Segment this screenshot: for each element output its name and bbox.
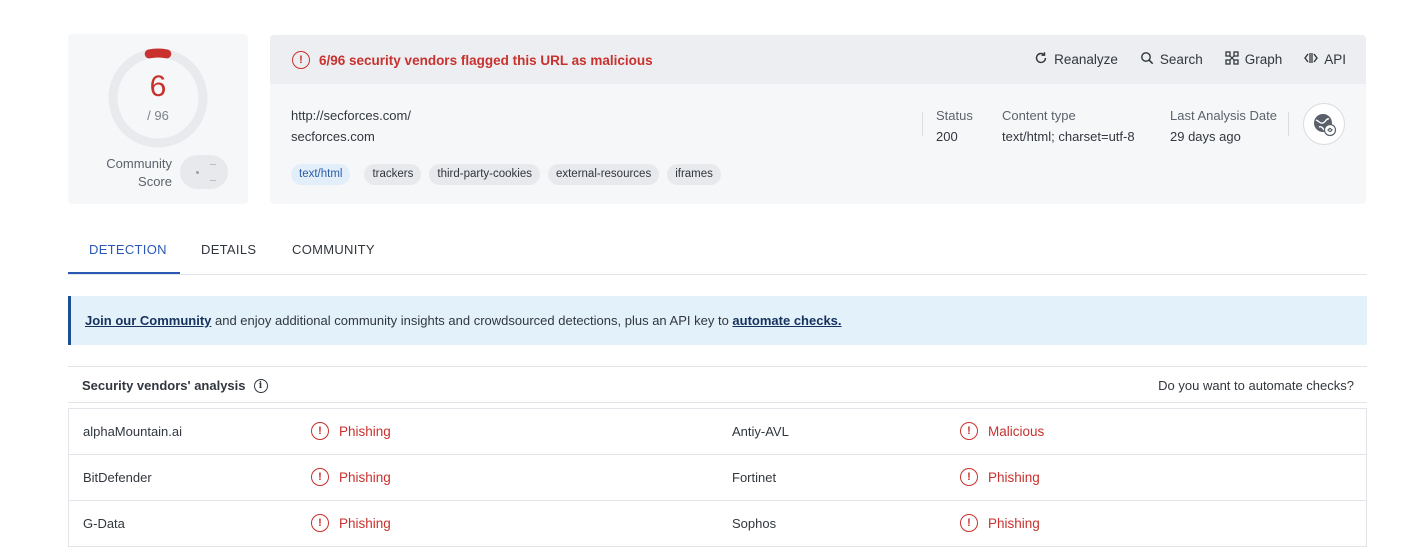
vendor-name: Sophos <box>732 516 777 531</box>
vendor-name: alphaMountain.ai <box>83 424 183 439</box>
tab-community[interactable]: COMMUNITY <box>292 242 375 257</box>
vendor-name: Fortinet <box>732 470 777 485</box>
info-icon[interactable]: i <box>253 378 268 393</box>
header-actions: Reanalyze Search Graph API <box>1012 51 1346 68</box>
alert-exclamation-icon: ! <box>960 514 978 532</box>
search-button[interactable]: Search <box>1140 51 1203 68</box>
vote-down-indicator[interactable] <box>210 180 216 181</box>
content-type-label: Content type <box>1002 108 1076 123</box>
last-analysis-value: 29 days ago <box>1170 129 1241 144</box>
tab-details[interactable]: DETAILS <box>201 242 256 257</box>
report-tabs: DETECTION DETAILS COMMUNITY <box>68 234 1367 275</box>
vendors-table: alphaMountain.ai ! Phishing Antiy-AVL ! Ma… <box>68 408 1367 547</box>
panel-header: ! 6/96 security vendors flagged this URL… <box>270 35 1366 84</box>
vendors-analysis-header: Security vendors' analysis i Do you want… <box>68 366 1367 403</box>
detection-score-card: 6 / 96 Community Score <box>68 34 248 204</box>
table-row: G-Data ! Phishing Sophos ! Phishing <box>69 501 1366 547</box>
alert-exclamation-icon: ! <box>311 422 329 440</box>
table-row: BitDefender ! Phishing Fortinet ! Phishing <box>69 455 1366 501</box>
reanalyze-button[interactable]: Reanalyze <box>1034 51 1118 68</box>
join-community-link[interactable]: Join our Community <box>85 313 211 328</box>
alert-exclamation-icon: ! <box>292 51 310 69</box>
alert-text: 6/96 security vendors flagged this URL a… <box>319 52 653 68</box>
vendor-name: Antiy-AVL <box>732 424 789 439</box>
alert-exclamation-icon: ! <box>960 468 978 486</box>
alert-exclamation-icon: ! <box>960 422 978 440</box>
automate-checks-link[interactable]: automate checks. <box>732 313 841 328</box>
url-summary-panel: ! 6/96 security vendors flagged this URL… <box>270 35 1366 204</box>
community-score-dot <box>196 171 199 174</box>
community-score-widget[interactable] <box>180 155 228 189</box>
content-type-value: text/html; charset=utf-8 <box>1002 129 1135 144</box>
table-row: alphaMountain.ai ! Phishing Antiy-AVL ! Ma… <box>69 409 1366 455</box>
last-analysis-label: Last Analysis Date <box>1170 108 1277 123</box>
community-score-label: Community Score <box>106 156 172 189</box>
detection-total: / 96 <box>147 108 169 123</box>
malicious-alert: ! 6/96 security vendors flagged this URL… <box>292 51 653 69</box>
vendor-name: BitDefender <box>83 470 152 485</box>
automate-checks-prompt[interactable]: Do you want to automate checks? <box>1158 378 1354 393</box>
detection-count: 6 <box>149 70 167 103</box>
active-tab-indicator <box>68 272 180 274</box>
vendor-result: ! Phishing <box>311 422 391 440</box>
search-icon <box>1140 51 1154 68</box>
analyzed-domain[interactable]: secforces.com <box>291 129 375 144</box>
banner-text: Join our Community and enjoy additional … <box>85 313 842 328</box>
tab-detection[interactable]: DETECTION <box>89 242 167 257</box>
tag-content-type[interactable]: text/html <box>291 164 351 185</box>
vendor-result: ! Phishing <box>960 468 1040 486</box>
vendor-name: G-Data <box>83 516 125 531</box>
graph-icon <box>1225 51 1239 68</box>
url-globe-link-icon[interactable] <box>1303 103 1345 145</box>
vote-up-indicator[interactable] <box>210 164 216 165</box>
vendor-result: ! Phishing <box>311 514 391 532</box>
tag-iframes[interactable]: iframes <box>667 164 721 185</box>
status-label: Status <box>936 108 973 123</box>
tag-trackers[interactable]: trackers <box>364 164 422 185</box>
banner-message: and enjoy additional community insights … <box>211 313 733 328</box>
alert-exclamation-icon: ! <box>311 468 329 486</box>
graph-button[interactable]: Graph <box>1225 51 1282 68</box>
analyzed-url[interactable]: http://secforces.com/ <box>291 108 411 123</box>
api-icon <box>1304 51 1319 68</box>
vendor-result: ! Malicious <box>960 422 1044 440</box>
meta-divider <box>922 112 923 136</box>
status-value: 200 <box>936 129 958 144</box>
api-button[interactable]: API <box>1304 51 1346 68</box>
vendor-result: ! Phishing <box>311 468 391 486</box>
community-banner: Join our Community and enjoy additional … <box>68 296 1367 345</box>
vendor-result: ! Phishing <box>960 514 1040 532</box>
meta-divider <box>1288 112 1289 136</box>
alert-exclamation-icon: ! <box>311 514 329 532</box>
refresh-icon <box>1034 51 1048 68</box>
vendors-analysis-title: Security vendors' analysis i <box>82 378 268 393</box>
tag-external-resources[interactable]: external-resources <box>547 164 660 185</box>
tag-list: text/html trackers third-party-cookies e… <box>291 164 729 185</box>
tag-third-party-cookies[interactable]: third-party-cookies <box>429 164 540 185</box>
